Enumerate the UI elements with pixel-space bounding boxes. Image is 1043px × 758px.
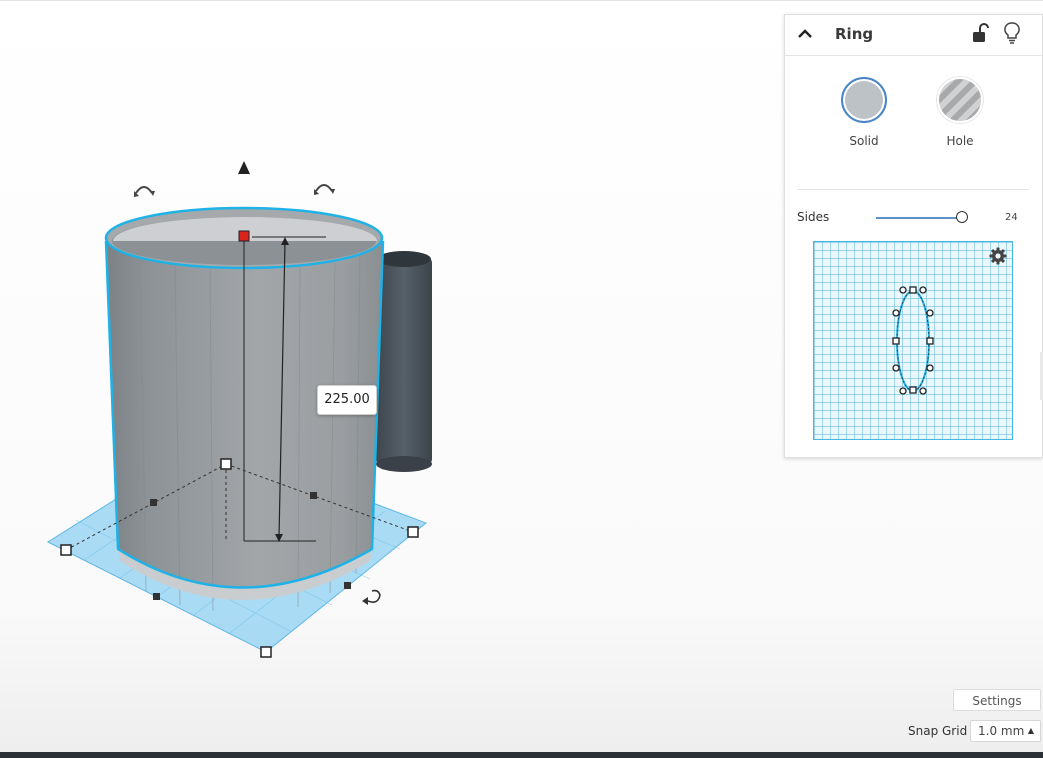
settings-button[interactable]: Settings [953,689,1041,711]
sides-slider-track[interactable] [876,217,962,219]
sides-label: Sides [797,210,830,224]
rotate-right-icon[interactable] [315,184,333,192]
lightbulb-icon[interactable] [1003,21,1021,45]
rotate-ground-icon[interactable] [367,589,381,603]
snap-grid-select[interactable]: 1.0 mm ▲ [970,720,1041,742]
solid-swatch[interactable] [841,77,887,123]
shape-inspector-panel: Ring Solid Hole Sides 24 [784,14,1043,458]
inspector-header: Ring [785,15,1042,56]
3d-scene[interactable] [0,1,780,753]
gear-icon[interactable] [989,247,1007,265]
hole-label: Hole [946,134,974,148]
corner-handle-right [407,526,419,538]
panel-divider [797,189,1029,190]
sides-slider-thumb[interactable] [956,211,968,223]
profile-shape[interactable] [814,242,1012,439]
caret-up-icon: ▲ [1027,726,1034,735]
collapse-button[interactable] [795,24,815,44]
edge-handle-right [310,492,317,499]
corner-handle-left [60,544,72,556]
solid-label: Solid [849,134,879,148]
unlock-icon[interactable] [971,22,989,44]
shape-title[interactable]: Ring [835,25,873,43]
lift-arrow-icon[interactable] [238,161,250,174]
shape-profile-editor[interactable] [813,241,1013,440]
edge-handle-left [150,499,157,506]
rotate-left-icon[interactable] [135,186,153,194]
edge-handle-front-left [153,593,160,600]
height-dimension-label[interactable]: 225.00 [317,385,377,415]
corner-handle-front [260,646,272,658]
sides-value: 24 [1005,212,1018,223]
mug-handle-object[interactable] [376,251,432,472]
chevron-up-icon [798,29,812,38]
solid-option[interactable]: Solid [834,77,894,148]
hole-option[interactable]: Hole [930,77,990,148]
hole-swatch[interactable] [937,77,983,123]
snap-grid-value: 1.0 mm [978,724,1025,738]
edge-handle-front-right [344,582,351,589]
corner-handle-back [220,458,232,470]
snap-grid-label: Snap Grid [908,724,968,738]
height-handle [238,230,250,242]
bottom-taskbar [0,752,1043,758]
